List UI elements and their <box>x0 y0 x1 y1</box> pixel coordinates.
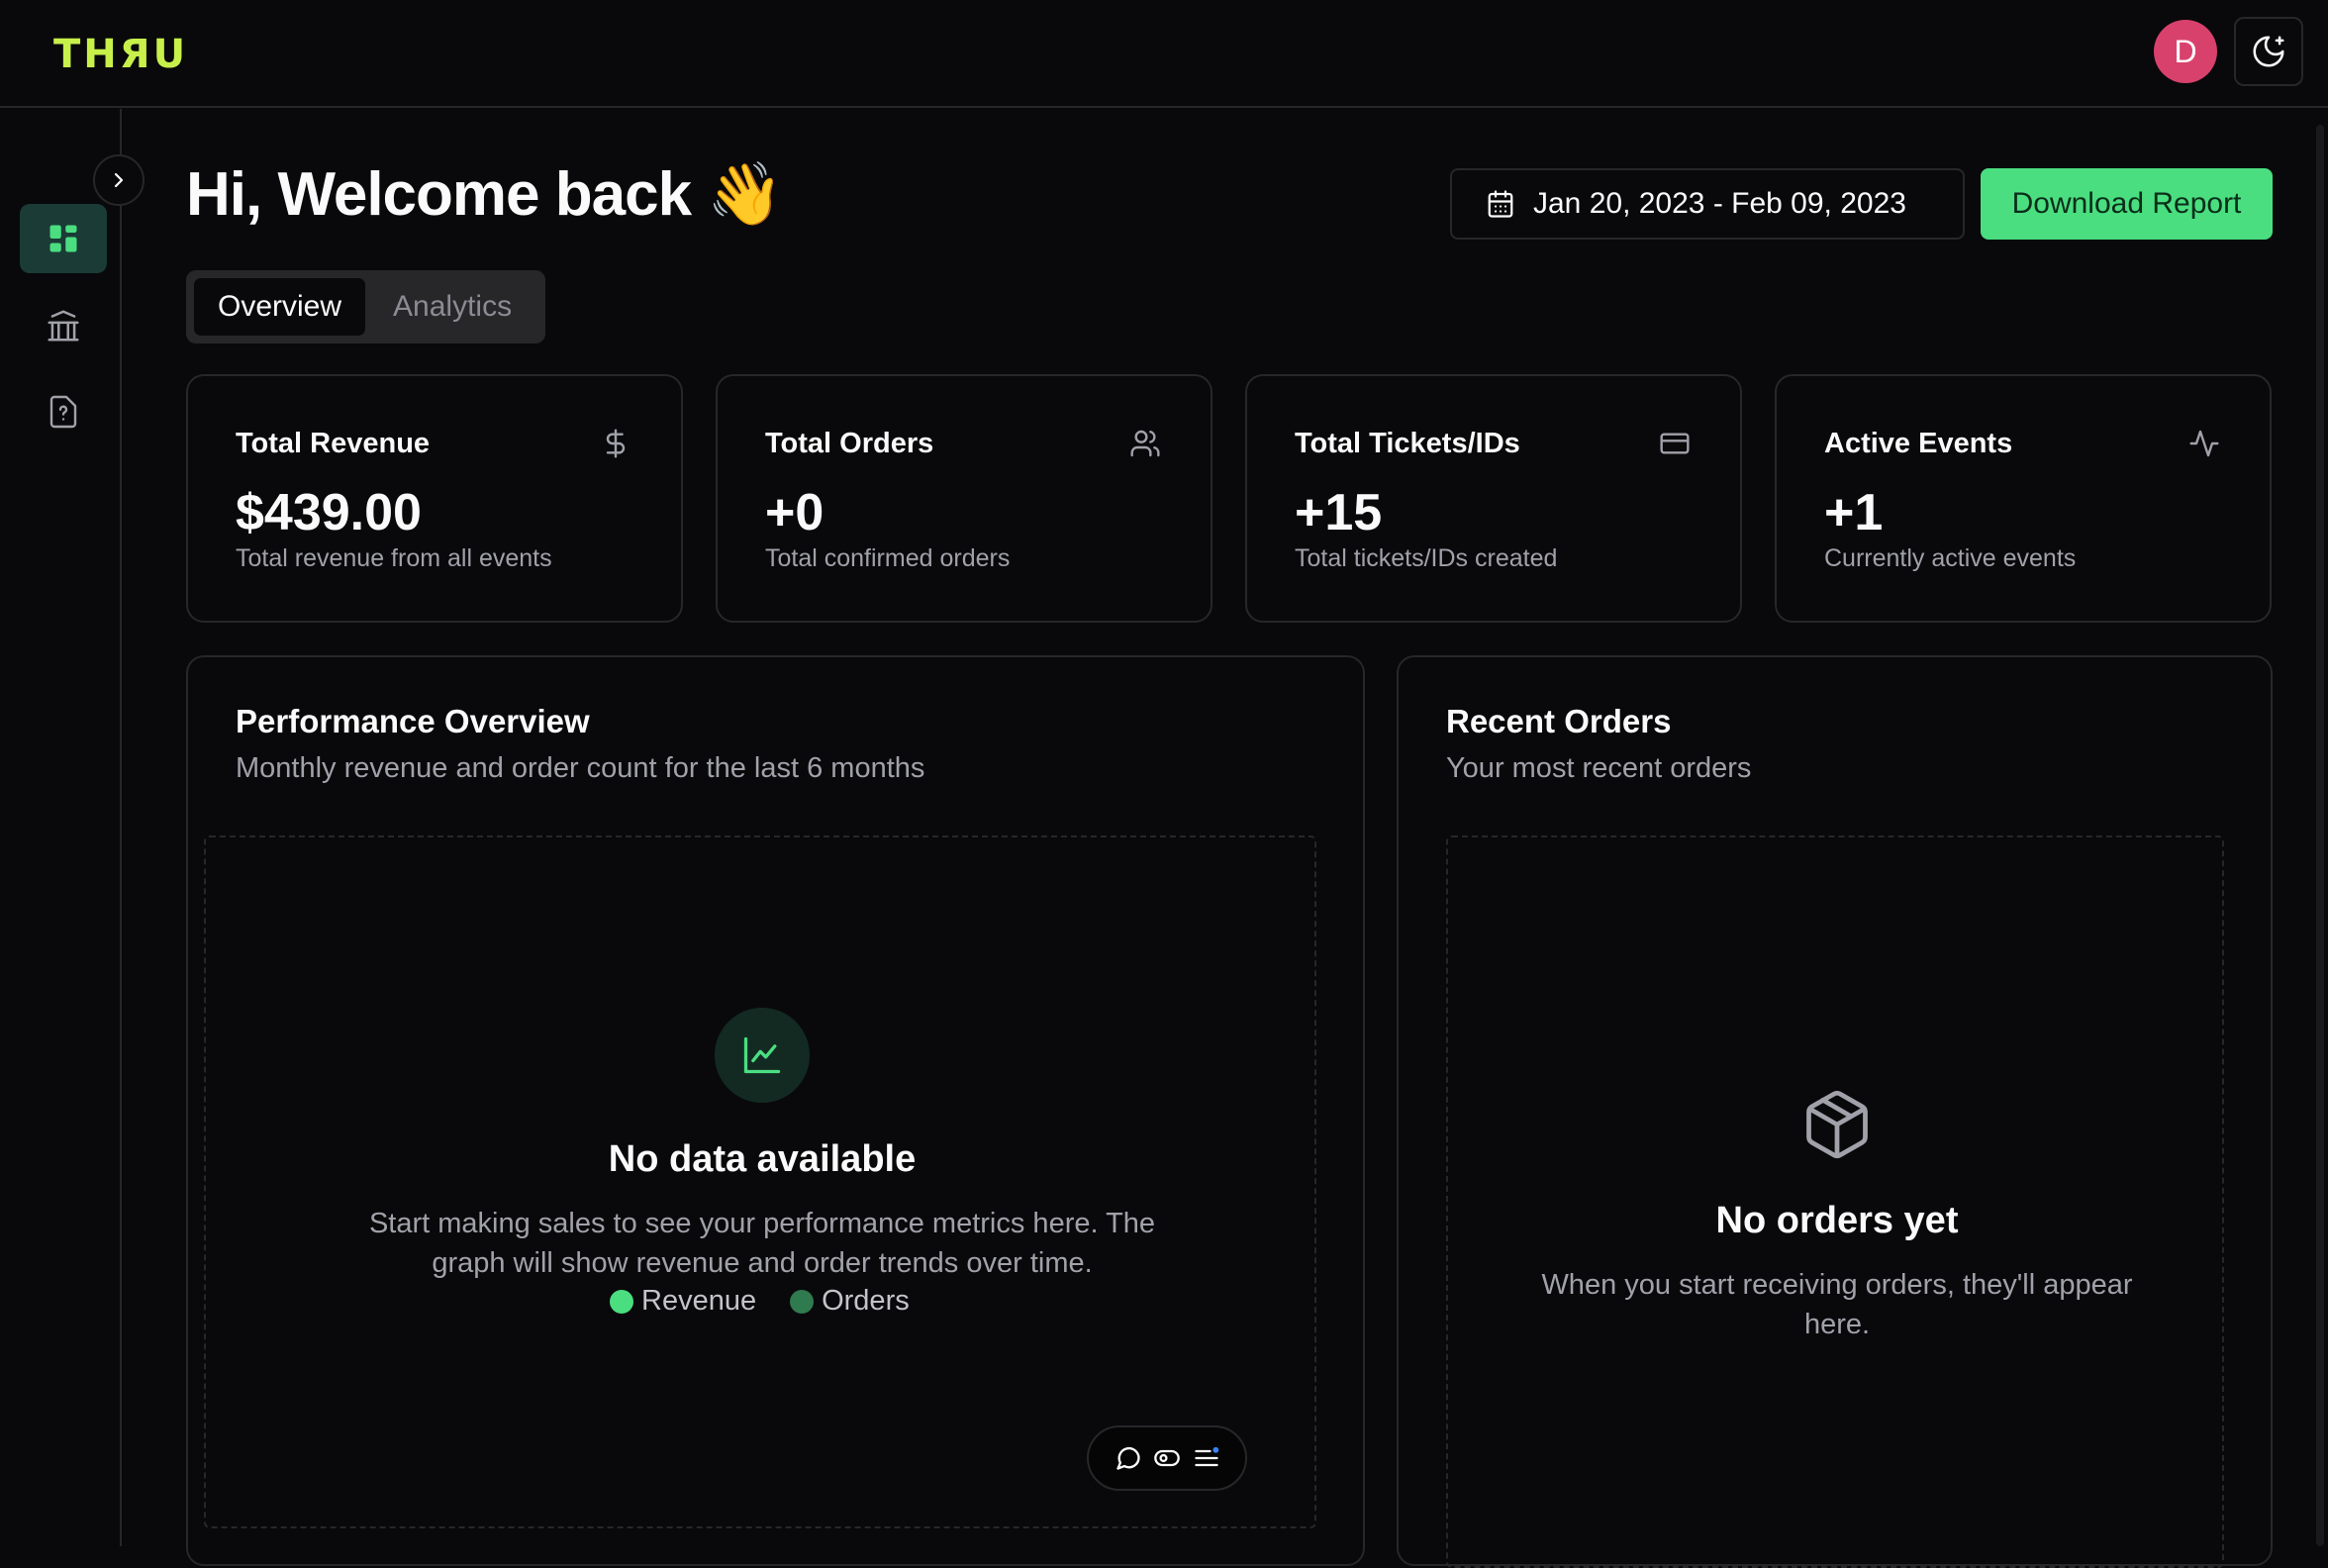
activity-icon <box>2189 430 2219 457</box>
date-range-picker[interactable]: Jan 20, 2023 - Feb 09, 2023 <box>1450 168 1965 240</box>
page-scrollbar[interactable] <box>2316 125 2324 1546</box>
stat-description: Total tickets/IDs created <box>1295 544 1558 572</box>
sidebar-item-bank[interactable] <box>20 291 107 360</box>
legend-item-orders: Orders <box>790 1285 910 1318</box>
panel-title: Recent Orders <box>1446 703 1672 739</box>
stat-value: +15 <box>1295 484 1383 541</box>
empty-state-description: Start making sales to see your performan… <box>368 1208 1156 1279</box>
download-report-button[interactable]: Download Report <box>1981 168 2273 240</box>
orders-empty-area: No orders yet When you start receiving o… <box>1446 835 2224 1568</box>
user-avatar[interactable]: D <box>2154 20 2217 83</box>
card-icon <box>1660 433 1690 454</box>
line-chart-icon <box>743 1036 781 1074</box>
calendar-icon <box>1488 190 1513 218</box>
stat-description: Total confirmed orders <box>765 544 1011 572</box>
app-logo[interactable]: THЯU <box>53 32 188 77</box>
legend-label: Orders <box>822 1285 910 1317</box>
package-icon <box>1806 1090 1868 1159</box>
legend-dot <box>790 1289 815 1314</box>
stat-value: +1 <box>1824 484 1884 541</box>
stat-description: Currently active events <box>1824 544 2077 572</box>
comment-icon[interactable] <box>1115 1444 1142 1472</box>
empty-state-title: No data available <box>608 1138 917 1180</box>
chart-empty-area: No data available Start making sales to … <box>204 835 1316 1528</box>
page-title: Hi, Welcome back 👋 <box>186 160 783 229</box>
floating-toolbar <box>1087 1425 1247 1491</box>
tab-overview[interactable]: Overview <box>194 278 366 336</box>
recent-orders-panel: Recent Orders Your most recent orders No… <box>1397 655 2273 1568</box>
performance-overview-panel: Performance Overview Monthly revenue and… <box>186 655 1365 1566</box>
bank-icon <box>48 310 79 342</box>
moon-stars-icon <box>2253 36 2284 67</box>
stat-label: Total Tickets/IDs <box>1295 428 1520 459</box>
legend-item-revenue: Revenue <box>610 1285 756 1318</box>
chart-legend: Revenue Orders <box>610 1285 910 1318</box>
sidebar-expand-button[interactable] <box>93 154 145 206</box>
stat-card-revenue: Total Revenue $439.00 Total revenue from… <box>186 374 683 623</box>
tab-list: Overview Analytics <box>186 270 545 343</box>
stat-label: Active Events <box>1824 428 2013 459</box>
chart-icon-badge <box>715 1008 810 1103</box>
stat-label: Total Revenue <box>236 428 431 459</box>
stat-card-tickets: Total Tickets/IDs +15 Total tickets/IDs … <box>1245 374 1742 623</box>
users-icon <box>1130 430 1160 457</box>
legend-label: Revenue <box>641 1285 757 1317</box>
date-range-text: Jan 20, 2023 - Feb 09, 2023 <box>1533 187 1906 220</box>
toggle-icon[interactable] <box>1153 1444 1181 1472</box>
legend-dot <box>610 1289 633 1314</box>
help-file-icon <box>49 395 77 429</box>
stat-card-orders: Total Orders +0 Total confirmed orders <box>716 374 1212 623</box>
dashboard-icon <box>49 225 77 252</box>
stat-value: $439.00 <box>236 484 422 541</box>
tab-analytics[interactable]: Analytics <box>369 278 535 336</box>
panel-subtitle: Monthly revenue and order count for the … <box>236 752 925 784</box>
list-notification-icon[interactable] <box>1193 1444 1220 1472</box>
sidebar-item-help[interactable] <box>20 377 107 446</box>
panel-title: Performance Overview <box>236 703 590 739</box>
stat-card-active-events: Active Events +1 Currently active events <box>1775 374 2272 623</box>
stat-label: Total Orders <box>765 428 934 459</box>
empty-state-description: When you start receiving orders, they'll… <box>1541 1269 2133 1340</box>
empty-state-title: No orders yet <box>1715 1200 1959 1241</box>
theme-toggle-button[interactable] <box>2234 17 2303 86</box>
sidebar-item-dashboard[interactable] <box>20 204 107 273</box>
chevron-right-icon <box>114 172 124 188</box>
dollar-icon <box>606 429 626 458</box>
panel-subtitle: Your most recent orders <box>1446 752 1752 784</box>
stat-description: Total revenue from all events <box>236 544 552 572</box>
top-bar: THЯU D <box>0 0 2328 108</box>
stat-value: +0 <box>765 484 824 541</box>
